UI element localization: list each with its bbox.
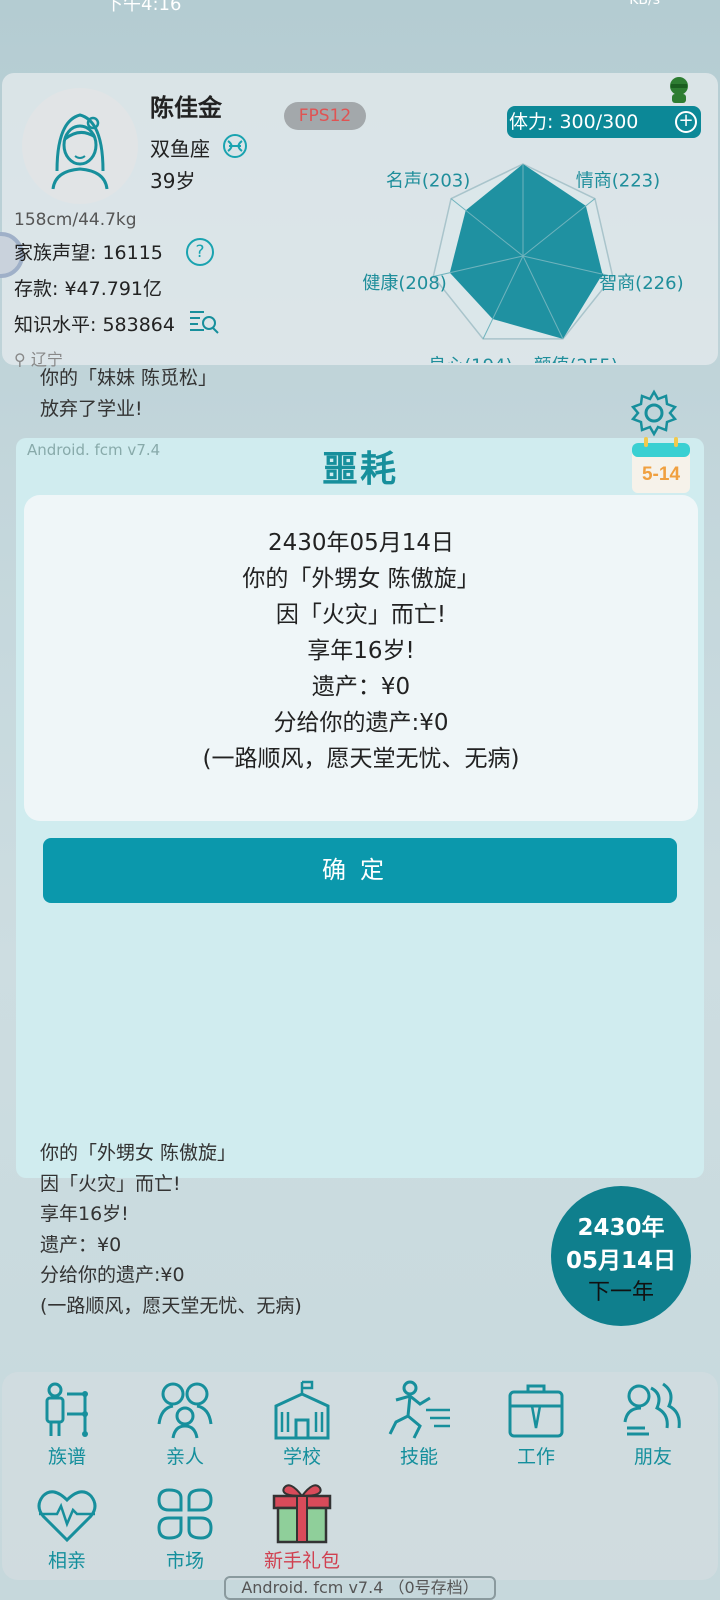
nav-label: 新手礼包 bbox=[263, 1550, 340, 1572]
status-bar: 下午4:16 KB/s bbox=[0, 0, 720, 15]
calendar-date: 5-14 bbox=[642, 464, 680, 485]
attribute-radar-chart: 心情(255)情商(223)智商(226)颜值(255)良心(194)健康(20… bbox=[362, 163, 684, 363]
height-weight: 158cm/44.7kg bbox=[14, 210, 137, 230]
nav-dating[interactable]: 相亲 bbox=[8, 1484, 126, 1573]
log-line: (一路顺风，愿天堂无忧、无病) bbox=[40, 1294, 302, 1317]
notice-line: 因「火灾」而亡! bbox=[275, 602, 447, 628]
event-log-bottom: 你的「外甥女 陈傲旋」 因「火灾」而亡! 享年16岁! 遗产：¥0 分给你的遗产… bbox=[40, 1138, 302, 1321]
log-line: 你的「外甥女 陈傲旋」 bbox=[40, 1142, 237, 1164]
log-line: 因「火灾」而亡! bbox=[40, 1172, 181, 1195]
log-line: 你的「妹妹 陈觅松」 bbox=[40, 367, 218, 389]
nav-label: 工作 bbox=[516, 1446, 555, 1468]
radar-label: 智商(226) bbox=[599, 273, 683, 294]
add-stamina-icon[interactable]: + bbox=[675, 111, 697, 133]
nav-work[interactable]: 工作 bbox=[477, 1380, 595, 1469]
knowledge-search-icon[interactable] bbox=[188, 308, 220, 334]
knowledge-level: 知识水平: 583864 bbox=[14, 314, 175, 336]
nav-school[interactable]: 学校 bbox=[243, 1380, 361, 1469]
next-year-year: 2430年 bbox=[577, 1215, 665, 1241]
character-name: 陈佳金 bbox=[150, 94, 222, 122]
next-year-date: 05月14日 bbox=[565, 1248, 676, 1274]
family-tree-icon bbox=[45, 1382, 88, 1437]
zodiac-sign: 双鱼座 bbox=[150, 137, 210, 161]
nav-gift-pack[interactable]: 新手礼包 bbox=[243, 1480, 361, 1573]
notice-line: 遗产：¥0 bbox=[311, 674, 411, 700]
girl-avatar-icon bbox=[51, 113, 109, 190]
notice-line: (一路顺风，愿天堂无忧、无病) bbox=[202, 746, 520, 772]
log-line: 享年16岁! bbox=[40, 1203, 129, 1225]
nav-label: 技能 bbox=[399, 1446, 438, 1468]
skills-icon bbox=[388, 1380, 450, 1439]
radar-label: 颜值(255) bbox=[533, 355, 617, 363]
stamina-bar: 体力: 300/300 + bbox=[507, 106, 701, 138]
calendar-icon[interactable]: 5-14 bbox=[630, 435, 694, 495]
fps-badge: FPS12 bbox=[284, 102, 366, 130]
confirm-button[interactable]: 确定 bbox=[43, 838, 677, 903]
help-icon[interactable]: ? bbox=[186, 238, 214, 266]
radar-label: 情商(223) bbox=[576, 170, 660, 191]
modal-body: 2430年05月14日 你的「外甥女 陈傲旋」 因「火灾」而亡! 享年16岁! … bbox=[24, 495, 698, 821]
age: 39岁 bbox=[150, 169, 196, 193]
status-time: 下午4:16 bbox=[105, 0, 182, 15]
network-speed: KB/s bbox=[629, 0, 660, 8]
notice-line: 分给你的遗产:¥0 bbox=[273, 710, 449, 736]
gift-icon bbox=[272, 1484, 332, 1544]
nav-label: 市场 bbox=[165, 1550, 204, 1572]
notice-line: 你的「外甥女 陈傲旋」 bbox=[242, 566, 480, 592]
heart-pulse-icon bbox=[37, 1490, 97, 1543]
log-line: 放弃了学业! bbox=[40, 397, 143, 420]
pisces-icon bbox=[223, 134, 247, 158]
modal-title: 噩耗 bbox=[321, 449, 398, 490]
family-prestige: 家族声望: 16115 bbox=[14, 242, 163, 264]
nav-label: 亲人 bbox=[165, 1446, 204, 1468]
event-log-top: 你的「妹妹 陈觅松」 放弃了学业! bbox=[40, 363, 217, 424]
footer-version: Android. fcm v7.4 （0号存档） bbox=[224, 1576, 496, 1600]
friends-icon bbox=[623, 1382, 681, 1436]
avatar[interactable] bbox=[22, 88, 138, 204]
work-icon bbox=[508, 1384, 564, 1438]
radar-label: 健康(208) bbox=[362, 273, 446, 294]
location-pin-icon: ⚲ bbox=[14, 350, 31, 369]
stamina-text: 体力: 300/300 bbox=[509, 111, 639, 133]
nav-family-tree[interactable]: 族谱 bbox=[8, 1380, 126, 1469]
market-icon bbox=[157, 1488, 213, 1540]
soldier-icon[interactable] bbox=[666, 74, 692, 104]
radar-label: 名声(203) bbox=[386, 170, 470, 191]
nav-skills[interactable]: 技能 bbox=[360, 1380, 478, 1469]
notice-line: 2430年05月14日 bbox=[267, 530, 455, 556]
nav-friends[interactable]: 朋友 bbox=[594, 1380, 712, 1469]
savings: 存款: ¥47.791亿 bbox=[14, 278, 163, 300]
relatives-icon bbox=[157, 1382, 213, 1439]
next-year-label: 下一年 bbox=[587, 1280, 654, 1305]
nav-label: 相亲 bbox=[47, 1550, 86, 1572]
next-year-button[interactable]: 2430年 05月14日 下一年 bbox=[551, 1186, 691, 1326]
log-line: 遗产：¥0 bbox=[40, 1233, 122, 1256]
radar-label: 良心(194) bbox=[428, 355, 512, 363]
nav-label: 朋友 bbox=[633, 1446, 672, 1468]
nav-label: 学校 bbox=[282, 1446, 321, 1468]
notice-line: 享年16岁! bbox=[307, 638, 415, 664]
school-icon bbox=[274, 1380, 330, 1440]
gear-icon[interactable] bbox=[630, 389, 678, 437]
nav-label: 族谱 bbox=[47, 1446, 86, 1468]
nav-market[interactable]: 市场 bbox=[126, 1484, 244, 1573]
nav-relatives[interactable]: 亲人 bbox=[126, 1380, 244, 1469]
log-line: 分给你的遗产:¥0 bbox=[40, 1264, 185, 1286]
